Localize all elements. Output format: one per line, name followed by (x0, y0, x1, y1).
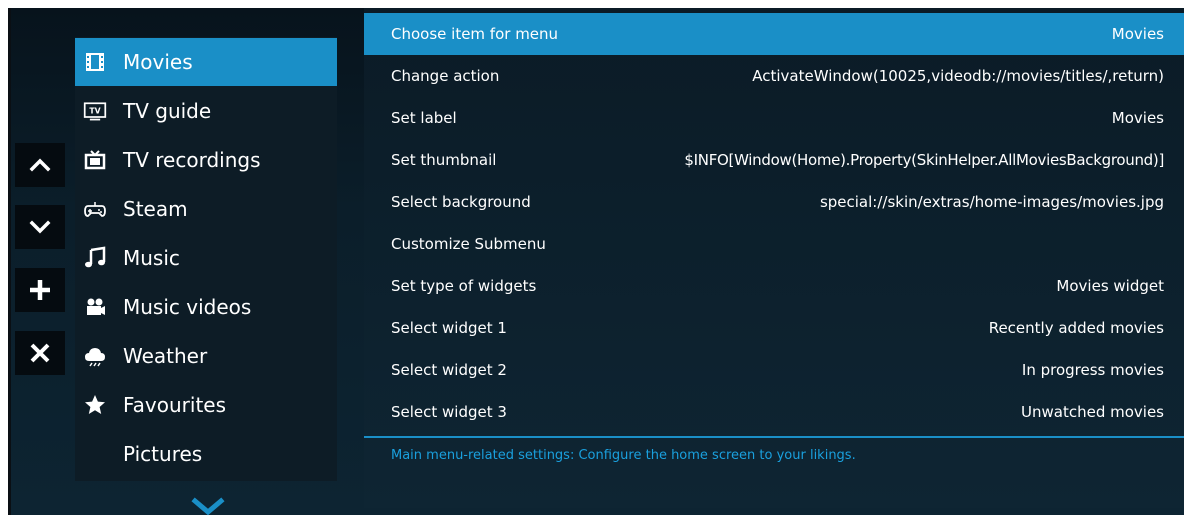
divider (364, 436, 1184, 438)
menu-item-weather[interactable]: Weather (75, 332, 337, 380)
setting-label: Choose item for menu (391, 25, 559, 43)
settings-panel: Choose item for menu Movies Change actio… (364, 8, 1184, 508)
close-icon (30, 343, 50, 363)
tv-icon: TV (81, 97, 109, 125)
move-down-button[interactable] (15, 205, 65, 249)
add-button[interactable] (15, 268, 65, 312)
setting-label: Set label (391, 109, 457, 127)
menu-item-label: Music videos (123, 295, 252, 319)
menu-item-label: Music (123, 246, 180, 270)
video-camera-icon (81, 293, 109, 321)
chevron-down-icon[interactable] (191, 496, 225, 518)
setting-value: Movies widget (1056, 277, 1164, 295)
setting-customize-submenu[interactable]: Customize Submenu (364, 223, 1184, 265)
setting-set-label[interactable]: Set label Movies (364, 97, 1184, 139)
window-edge (8, 8, 11, 515)
setting-choose-item[interactable]: Choose item for menu Movies (364, 13, 1184, 55)
setting-label: Select widget 1 (391, 319, 507, 337)
main-menu-list: Movies TV TV guide TV recordings Steam M… (75, 37, 337, 481)
plus-icon (30, 280, 50, 300)
menu-item-tv-recordings[interactable]: TV recordings (75, 136, 337, 184)
menu-item-steam[interactable]: Steam (75, 185, 337, 233)
setting-label: Set type of widgets (391, 277, 537, 295)
menu-item-label: TV recordings (123, 148, 261, 172)
setting-label: Set thumbnail (391, 151, 497, 169)
setting-widget-3[interactable]: Select widget 3 Unwatched movies (364, 391, 1184, 433)
menu-item-pictures[interactable]: Pictures (75, 430, 337, 478)
remove-button[interactable] (15, 331, 65, 375)
setting-value: special://skin/extras/home-images/movies… (819, 193, 1164, 211)
settings-description: Main menu-related settings: Configure th… (391, 448, 856, 463)
menu-item-music-videos[interactable]: Music videos (75, 283, 337, 331)
setting-value: $INFO[Window(Home).Property(SkinHelper.A… (684, 151, 1164, 169)
film-icon (81, 48, 109, 76)
setting-label: Change action (391, 67, 500, 85)
menu-item-label: TV guide (123, 99, 212, 123)
menu-item-label: Steam (123, 197, 188, 221)
setting-label: Customize Submenu (391, 235, 546, 253)
setting-select-background[interactable]: Select background special://skin/extras/… (364, 181, 1184, 223)
menu-item-music[interactable]: Music (75, 234, 337, 282)
setting-widget-1[interactable]: Select widget 1 Recently added movies (364, 307, 1184, 349)
star-icon (81, 391, 109, 419)
menu-item-label: Favourites (123, 393, 227, 417)
menu-item-label: Pictures (123, 442, 203, 466)
menu-item-label: Movies (123, 50, 193, 74)
menu-item-favourites[interactable]: Favourites (75, 381, 337, 429)
menu-item-movies[interactable]: Movies (75, 38, 337, 86)
setting-value: Unwatched movies (1021, 403, 1164, 421)
chevron-up-icon (29, 158, 51, 172)
menu-item-label: Weather (123, 344, 208, 368)
weather-icon (81, 342, 109, 370)
recording-tv-icon (81, 146, 109, 174)
setting-set-thumbnail[interactable]: Set thumbnail $INFO[Window(Home).Propert… (364, 139, 1184, 181)
music-note-icon (81, 244, 109, 272)
setting-widget-type[interactable]: Set type of widgets Movies widget (364, 265, 1184, 307)
setting-label: Select widget 3 (391, 403, 507, 421)
setting-label: Select background (391, 193, 531, 211)
move-up-button[interactable] (15, 143, 65, 187)
setting-value: Movies (1111, 109, 1164, 127)
setting-value: Movies (1111, 25, 1164, 43)
setting-value: Recently added movies (988, 319, 1164, 337)
gamepad-icon (81, 195, 109, 223)
chevron-down-icon (29, 220, 51, 234)
setting-label: Select widget 2 (391, 361, 507, 379)
svg-text:TV: TV (89, 107, 100, 116)
setting-change-action[interactable]: Change action ActivateWindow(10025,video… (364, 55, 1184, 97)
setting-value: ActivateWindow(10025,videodb://movies/ti… (752, 67, 1164, 85)
setting-value: In progress movies (1021, 361, 1164, 379)
menu-item-tv-guide[interactable]: TV TV guide (75, 87, 337, 135)
setting-widget-2[interactable]: Select widget 2 In progress movies (364, 349, 1184, 391)
